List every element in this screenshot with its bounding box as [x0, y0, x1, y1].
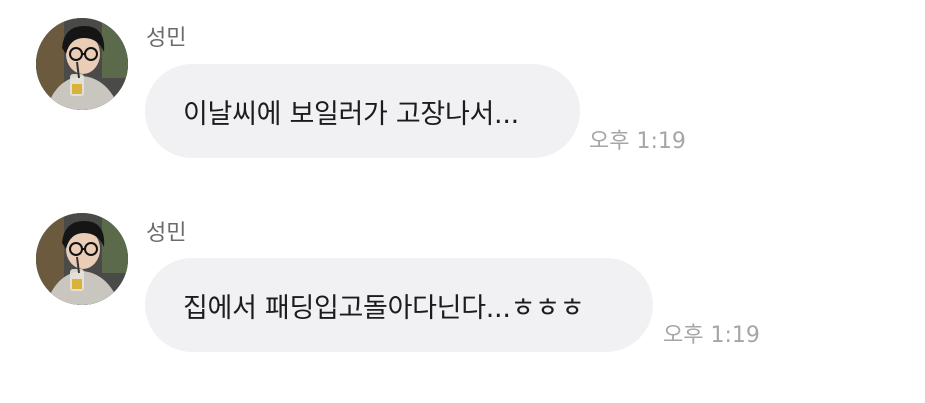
message-text: 집에서 패딩입고돌아다닌다...ㅎㅎㅎ [183, 292, 585, 324]
avatar[interactable] [36, 213, 128, 305]
sender-name: 성민 [146, 221, 187, 246]
chat-message: 성민 집에서 패딩입고돌아다닌다...ㅎㅎㅎ 오후 1:19 [0, 0, 925, 352]
message-timestamp: 오후 1:19 [663, 323, 760, 348]
profile-photo-icon [36, 213, 128, 305]
chat-screen: { "messages": [ { "sender": "성민", "text"… [0, 0, 925, 403]
message-bubble[interactable]: 집에서 패딩입고돌아다닌다...ㅎㅎㅎ [145, 258, 653, 352]
